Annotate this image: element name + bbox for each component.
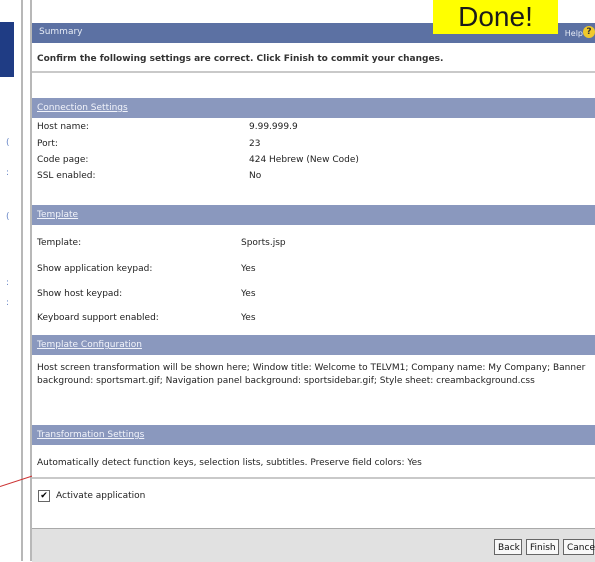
table-row: Code page: 424 Hebrew (New Code) <box>32 153 595 169</box>
section-template: Template <box>32 205 595 225</box>
row-value: Sports.jsp <box>241 238 286 248</box>
row-label: SSL enabled: <box>37 171 96 181</box>
table-row: Show application keypad: Yes <box>32 262 595 278</box>
frame-divider <box>21 0 23 561</box>
transformation-text: Automatically detect function keys, sele… <box>37 458 422 468</box>
template-config-text: Host screen transformation will be shown… <box>37 363 586 386</box>
row-value: Yes <box>241 289 256 299</box>
row-label: Show application keypad: <box>37 264 153 274</box>
help-icon[interactable]: ? <box>583 26 595 38</box>
section-title[interactable]: Connection Settings <box>37 103 128 113</box>
section-connection-settings: Connection Settings <box>32 98 595 118</box>
table-row: Show host keypad: Yes <box>32 287 595 303</box>
row-value: No <box>249 171 262 181</box>
row-label: Keyboard support enabled: <box>37 313 159 323</box>
row-value: 23 <box>249 139 261 149</box>
done-callout: Done! <box>433 0 558 34</box>
table-row: Template: Sports.jsp <box>32 236 595 252</box>
nav-edge-mark: : <box>6 298 10 308</box>
row-label: Host name: <box>37 122 89 132</box>
table-row: Keyboard support enabled: Yes <box>32 311 595 327</box>
nav-edge-highlight <box>0 22 14 77</box>
cancel-button[interactable]: Cancel <box>563 539 595 555</box>
activate-application-label: Activate application <box>56 491 146 501</box>
summary-panel: Summary Help ? Done! Confirm the followi… <box>32 0 595 562</box>
divider <box>32 71 595 73</box>
wizard-footer: Back Finish Cancel <box>32 528 595 562</box>
section-transformation-settings: Transformation Settings <box>32 425 595 445</box>
section-title[interactable]: Template Configuration <box>37 340 142 350</box>
row-value: Yes <box>241 313 256 323</box>
activate-application-checkbox[interactable]: ✔ <box>38 490 50 502</box>
nav-edge-mark: : <box>6 168 10 178</box>
section-title[interactable]: Template <box>37 210 78 220</box>
confirm-instructions: Confirm the following settings are corre… <box>37 54 444 64</box>
nav-edge-mark: : <box>6 278 10 288</box>
row-label: Show host keypad: <box>37 289 123 299</box>
row-label: Code page: <box>37 155 89 165</box>
summary-title: Summary <box>39 27 83 37</box>
nav-edge-mark: ( <box>6 138 10 148</box>
section-template-configuration: Template Configuration <box>32 335 595 355</box>
finish-button[interactable]: Finish <box>526 539 559 555</box>
table-row: Host name: 9.99.999.9 <box>32 120 595 136</box>
section-title[interactable]: Transformation Settings <box>37 430 144 440</box>
nav-edge-mark: ( <box>6 212 10 222</box>
back-button[interactable]: Back <box>494 539 522 555</box>
table-row: Port: 23 <box>32 137 595 153</box>
row-value: 424 Hebrew (New Code) <box>249 155 359 165</box>
row-value: Yes <box>241 264 256 274</box>
help-link[interactable]: Help <box>565 29 583 38</box>
table-row: SSL enabled: No <box>32 169 595 185</box>
divider <box>32 477 595 479</box>
row-value: 9.99.999.9 <box>249 122 298 132</box>
row-label: Port: <box>37 139 58 149</box>
row-label: Template: <box>37 238 82 248</box>
